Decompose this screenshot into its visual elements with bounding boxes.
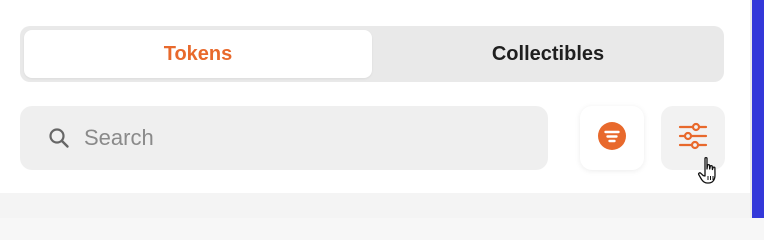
asset-type-toggle: Tokens Collectibles [20, 26, 724, 82]
tab-tokens[interactable]: Tokens [24, 30, 372, 78]
bottom-strip [0, 193, 750, 218]
filter-button[interactable] [661, 106, 725, 170]
sort-icon [597, 121, 627, 156]
tab-tokens-label: Tokens [163, 42, 233, 65]
tab-collectibles[interactable]: Collectibles [376, 30, 720, 78]
search-icon [48, 127, 70, 149]
filter-sliders-icon [677, 121, 709, 156]
tab-collectibles-label: Collectibles [491, 42, 605, 65]
search-input[interactable] [84, 125, 504, 151]
sort-button[interactable] [580, 106, 644, 170]
window-edge-accent [752, 0, 764, 218]
search-bar[interactable] [20, 106, 548, 170]
